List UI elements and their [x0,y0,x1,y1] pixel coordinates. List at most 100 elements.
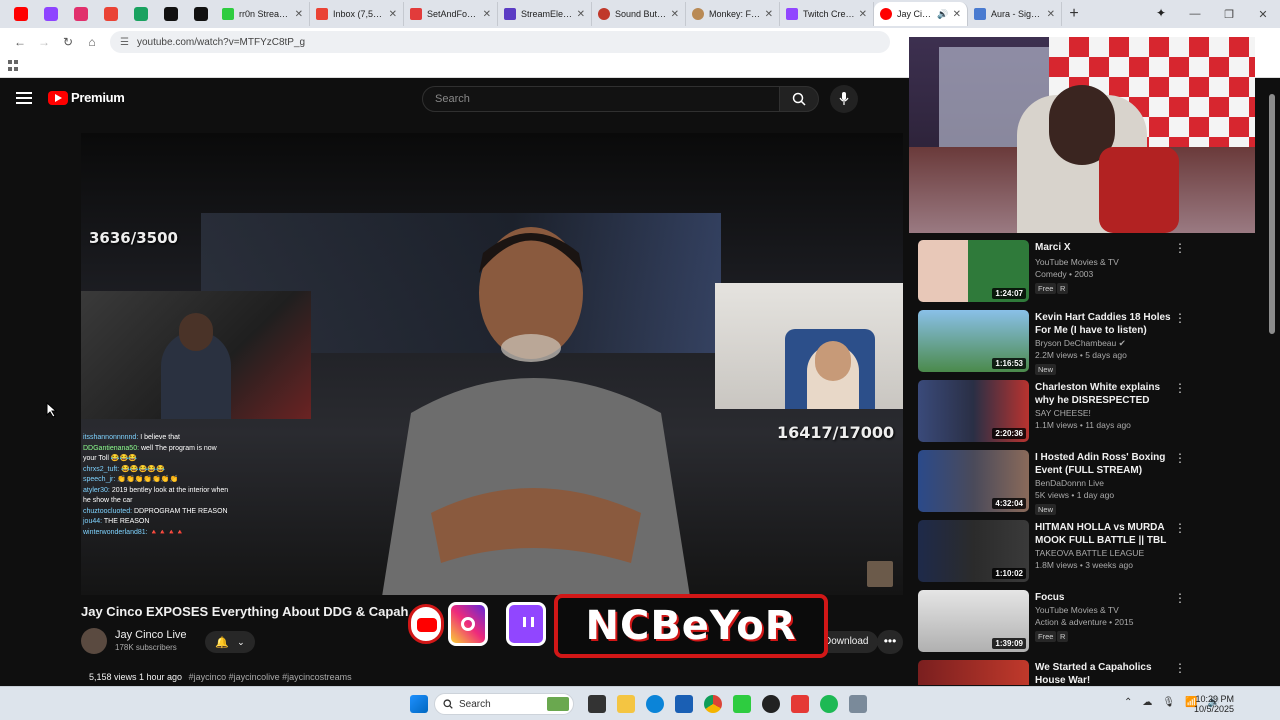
tab-sound-button[interactable]: Sound Button ✕ [592,2,686,26]
tab-inbox[interactable]: Inbox (7,580) ✕ [310,2,404,26]
app-gray-icon[interactable] [849,695,867,713]
more-options-icon[interactable]: ⋮ [1174,521,1186,535]
close-tab-icon[interactable]: ✕ [765,9,773,20]
file-explorer-icon[interactable] [617,695,635,713]
extension-sparkle-icon[interactable]: ✦ [1156,6,1166,20]
voice-search-button[interactable] [830,85,858,113]
menu-icon[interactable] [16,92,32,104]
windows-start-icon[interactable] [410,695,428,713]
recommendation-item[interactable]: 1:24:07 Marci X YouTube Movies & TV Come… [918,237,1200,302]
more-options-icon[interactable]: ⋮ [1174,311,1186,325]
close-tab-icon[interactable]: ✕ [1047,9,1055,20]
video-player[interactable]: 3636/3500 16417/17000 itsshannonnnnnd: I… [81,133,903,595]
recommendation-channel[interactable]: Bryson DeChambeau ✔ [1035,338,1126,349]
search-button[interactable] [779,86,819,112]
pinned-tab-capcut[interactable] [186,2,216,26]
video-thumbnail[interactable] [918,660,1029,685]
youtube-logo[interactable]: Premium [48,90,125,105]
new-tab-button[interactable]: + [1062,2,1086,26]
store-icon[interactable] [675,695,693,713]
close-tab-icon[interactable]: ✕ [483,9,491,20]
more-options-icon[interactable]: ⋮ [1174,591,1186,605]
home-icon[interactable]: ⌂ [80,35,104,49]
spotify-icon[interactable] [820,695,838,713]
edge-icon[interactable] [646,695,664,713]
tab-twitch-creator[interactable]: Twitch Creato ✕ [780,2,874,26]
site-info-icon[interactable]: ☰ [120,37,129,48]
pinned-tab-instagram[interactable] [66,2,96,26]
pinned-tab-picsart[interactable] [36,2,66,26]
more-actions-button[interactable]: ••• [877,630,903,654]
tab-jay-cinco[interactable]: Jay Cinco 🔊 ✕ [874,2,968,26]
tab-monkey[interactable]: Monkey: Free ✕ [686,2,780,26]
search-input[interactable]: Search [422,86,780,112]
recommendation-item[interactable]: 4:32:04 I Hosted Adin Ross' Boxing Event… [918,447,1200,515]
video-thumbnail[interactable]: 1:10:02 [918,520,1029,582]
video-thumbnail[interactable]: 1:16:53 [918,310,1029,372]
recommendation-channel[interactable]: YouTube Movies & TV [1035,605,1119,615]
recommendation-channel[interactable]: SAY CHEESE! [1035,408,1091,418]
close-tab-icon[interactable]: ✕ [671,9,679,20]
recommendation-title[interactable]: Marci X [1035,241,1175,254]
clock[interactable]: 10:29 PM 10/5/2025 [1194,694,1234,714]
channel-avatar[interactable] [81,628,107,654]
apps-grid-icon[interactable] [8,60,20,72]
more-options-icon[interactable]: ⋮ [1174,451,1186,465]
recommendation-item[interactable]: 1:10:02 HITMAN HOLLA vs MURDA MOOK FULL … [918,517,1200,582]
scrollbar-thumb[interactable] [1269,94,1275,334]
tab-aura[interactable]: Aura - Sign in ✕ [968,2,1062,26]
channel-name[interactable]: Jay Cinco Live [115,629,187,641]
back-icon[interactable]: ← [8,35,32,49]
cloud-icon[interactable]: ☁ [1142,697,1152,708]
tab-setandforget[interactable]: SetAndForget ✕ [404,2,498,26]
taskbar-search[interactable]: Search [434,693,574,715]
recommendation-channel[interactable]: TAKEOVA BATTLE LEAGUE [1035,548,1144,558]
pinned-tab-youtube[interactable] [6,2,36,26]
close-tab-icon[interactable]: ✕ [295,9,303,20]
recommendation-item[interactable]: 1:39:09 Focus YouTube Movies & TV Action… [918,587,1200,652]
minimize-icon[interactable]: — [1178,8,1212,20]
mic-tray-icon[interactable]: 🎙 [1162,697,1175,708]
close-window-icon[interactable]: ✕ [1246,8,1280,21]
pinned-tab-gmail[interactable] [96,2,126,26]
reload-icon[interactable]: ↻ [56,35,80,49]
video-thumbnail[interactable]: 1:24:07 [918,240,1029,302]
chevron-up-icon[interactable]: ⌃ [1124,697,1132,708]
close-tab-icon[interactable]: ✕ [389,9,397,20]
restore-icon[interactable]: ❐ [1212,8,1246,21]
recommendation-title[interactable]: Charleston White explains why he DISRESP… [1035,381,1175,407]
recommendation-title[interactable]: Kevin Hart Caddies 18 Holes For Me (I ha… [1035,311,1175,337]
more-options-icon[interactable]: ⋮ [1174,661,1186,675]
tab-rr0n-stream[interactable]: rr0n Stream - ✕ [216,2,310,26]
close-tab-icon[interactable]: ✕ [859,9,867,20]
recommendation-item[interactable]: We Started a Capaholics House War! ⋮ [918,657,1200,685]
forward-icon[interactable]: → [32,35,56,49]
recommendation-title[interactable]: Focus [1035,591,1175,604]
chrome-icon[interactable] [704,695,722,713]
close-tab-icon[interactable]: ✕ [953,9,961,20]
speaker-icon[interactable]: 🔊 [937,9,948,20]
pinned-tab-tiktok[interactable] [156,2,186,26]
video-thumbnail[interactable]: 2:20:36 [918,380,1029,442]
recommendation-channel[interactable]: YouTube Movies & TV [1035,257,1119,267]
recommendation-item[interactable]: 1:16:53 Kevin Hart Caddies 18 Holes For … [918,307,1200,375]
more-options-icon[interactable]: ⋮ [1174,241,1186,255]
notification-bell-button[interactable]: 🔔 ⌄ [205,631,255,653]
tab-streamelements[interactable]: StreamElemen✕ [498,2,592,26]
task-view-icon[interactable] [588,695,606,713]
recommendation-item[interactable]: 2:20:36 Charleston White explains why he… [918,377,1200,442]
recommendation-title[interactable]: HITMAN HOLLA vs MURDA MOOK FULL BATTLE |… [1035,521,1175,547]
recommendation-title[interactable]: I Hosted Adin Ross' Boxing Event (FULL S… [1035,451,1175,477]
recommendation-channel[interactable]: BenDaDonnn Live [1035,478,1104,488]
hashtags[interactable]: #jaycinco #jaycincolive #jaycincostreams [189,672,352,682]
description-meta[interactable]: 5,158 views 1 hour ago #jaycinco #jaycin… [89,672,352,682]
video-thumbnail[interactable]: 4:32:04 [918,450,1029,512]
app-green-icon[interactable] [733,695,751,713]
url-field[interactable]: ☰ youtube.com/watch?v=MTFYzC8tP_g [110,31,890,53]
recommendation-title[interactable]: We Started a Capaholics House War! [1035,661,1175,685]
pinned-tab-sheets[interactable] [126,2,156,26]
app-red-icon[interactable] [791,695,809,713]
more-options-icon[interactable]: ⋮ [1174,381,1186,395]
close-tab-icon[interactable]: ✕ [577,9,585,20]
video-thumbnail[interactable]: 1:39:09 [918,590,1029,652]
